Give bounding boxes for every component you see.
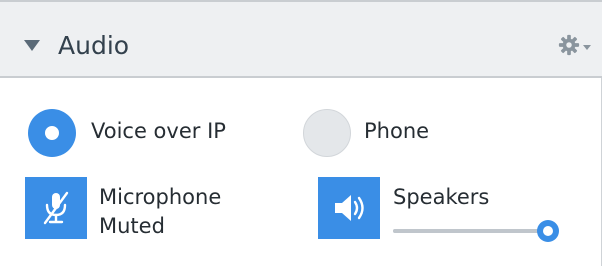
phone-radio[interactable]: [303, 109, 351, 157]
speakers-button[interactable]: [318, 177, 380, 239]
speakers-label: Speakers: [393, 185, 490, 209]
microphone-label-line1: Microphone: [99, 185, 222, 209]
speaker-volume-track[interactable]: [393, 229, 543, 233]
voip-radio[interactable]: [28, 109, 76, 157]
gear-dropdown-caret-icon[interactable]: [583, 45, 591, 50]
voip-label[interactable]: Voice over IP: [91, 119, 226, 143]
speaker-icon: [335, 195, 364, 221]
gear-icon[interactable]: [558, 34, 580, 56]
microphone-label-line2: Muted: [99, 214, 165, 238]
panel-header[interactable]: Audio: [0, 0, 602, 78]
audio-panel: Audio Voice over IP Phone Microphone Mut…: [0, 0, 602, 266]
phone-label[interactable]: Phone: [364, 119, 429, 143]
panel-title: Audio: [58, 31, 130, 60]
speaker-volume-fill: [393, 229, 543, 233]
collapse-arrow-icon[interactable]: [24, 40, 40, 51]
microphone-muted-icon: [43, 191, 69, 225]
microphone-mute-button[interactable]: [25, 177, 87, 239]
speaker-volume-thumb[interactable]: [537, 220, 559, 242]
